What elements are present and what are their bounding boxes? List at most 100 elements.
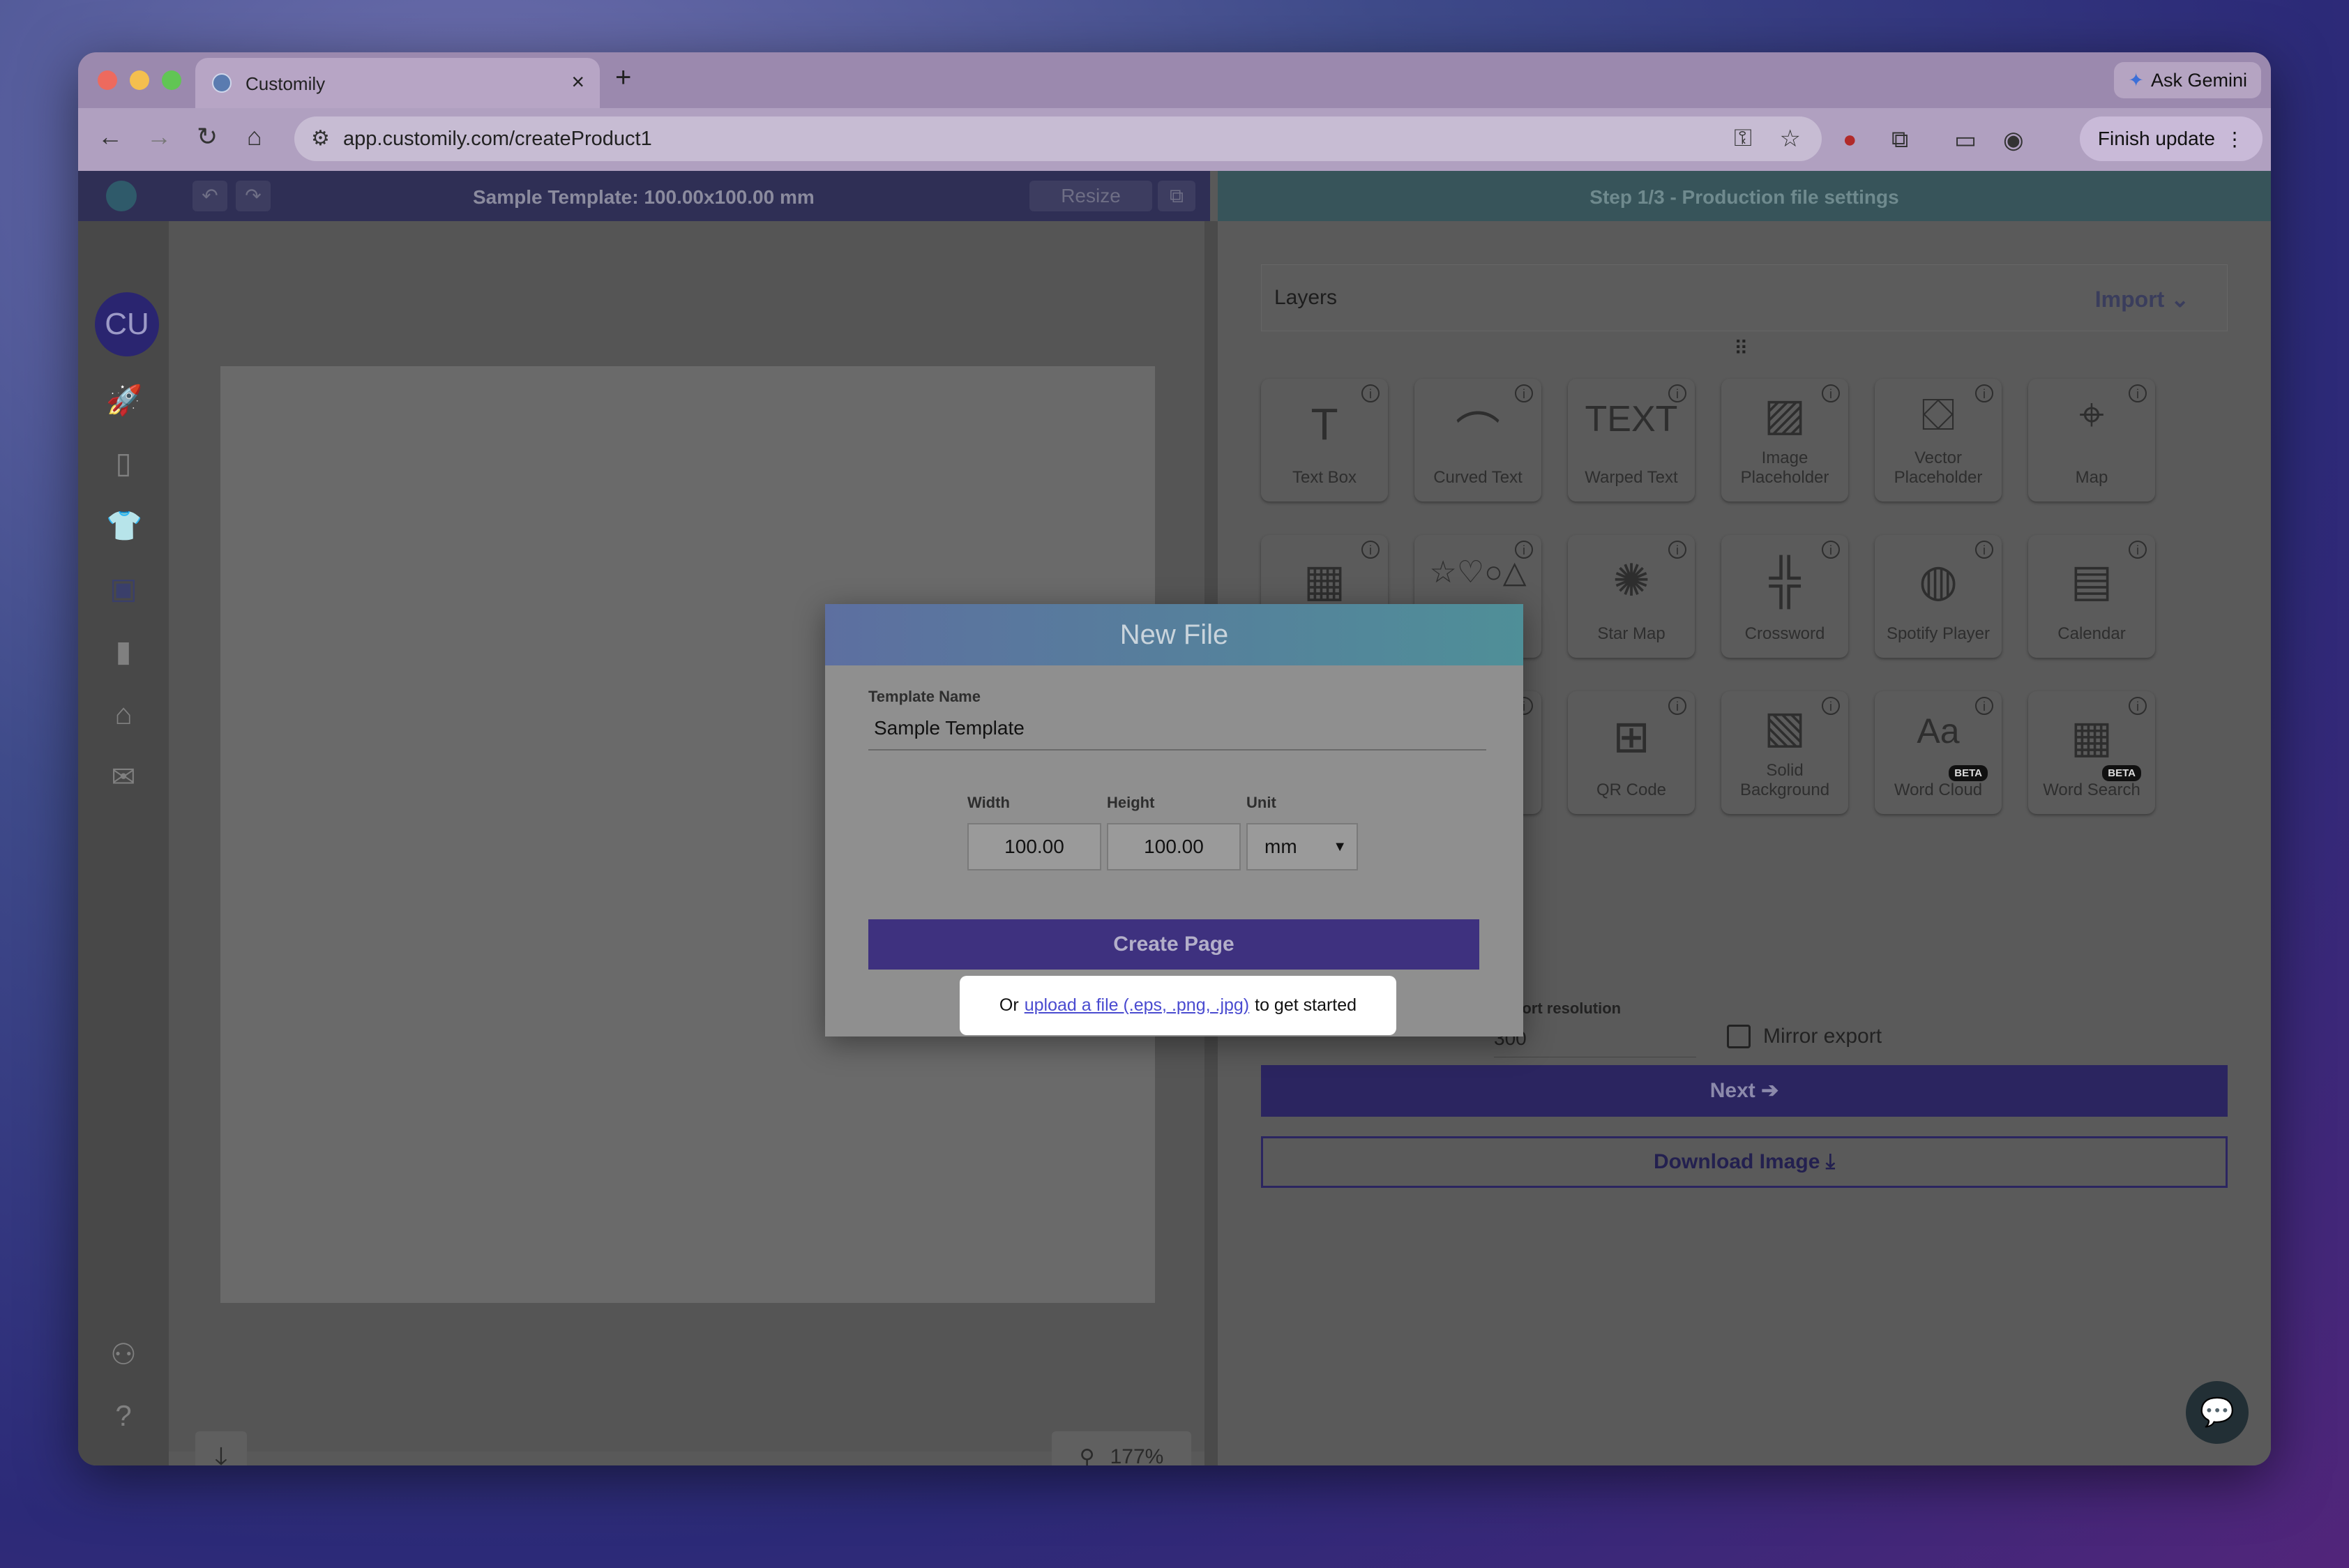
reload-icon[interactable]: ↻ — [197, 122, 218, 151]
width-input[interactable]: 100.00 — [967, 823, 1101, 870]
ask-gemini-button[interactable]: ✦ Ask Gemini — [2114, 62, 2261, 98]
tool-calendar[interactable]: i ▤ Calendar — [2028, 535, 2155, 658]
user-settings-icon[interactable]: ⚇ — [106, 1337, 141, 1372]
tool-solid-background[interactable]: i ▧ Solid Background — [1721, 691, 1848, 814]
logout-icon[interactable]: ⇥ — [106, 1460, 141, 1465]
finish-update-button[interactable]: Finish update ⋮ — [2079, 116, 2263, 161]
tool-word-cloud[interactable]: i Aa BETA Word Cloud — [1875, 691, 2002, 814]
browser-tab[interactable]: Customily × — [195, 58, 600, 108]
unit-label: Unit — [1246, 794, 1276, 811]
bookmark-star-icon[interactable]: ☆ — [1780, 125, 1801, 153]
templates-icon[interactable]: ▣ — [106, 571, 141, 606]
document-icon[interactable]: ▯ — [106, 446, 141, 481]
step-header: Step 1/3 - Production file settings — [1218, 171, 2271, 221]
step-title: Step 1/3 - Production file settings — [1589, 186, 1899, 208]
profile-avatar-icon[interactable]: ◉ — [2003, 126, 2024, 154]
tab-title: Customily — [246, 73, 326, 94]
gemini-sparkle-icon: ✦ — [2128, 69, 2144, 91]
star-map-icon: ✺ — [1612, 555, 1650, 605]
password-key-icon[interactable]: ⚿ — [1734, 125, 1752, 152]
tool-vector-placeholder[interactable]: i ⛋ Vector Placeholder — [1875, 379, 2002, 502]
tool-word-search[interactable]: i ▦ BETA Word Search — [2028, 691, 2155, 814]
back-icon[interactable]: ← — [98, 122, 123, 151]
download-icon: ⤓ — [1825, 1150, 1835, 1173]
modal-title: New File — [825, 604, 1523, 665]
download-image-button[interactable]: Download Image ⤓ — [1261, 1136, 2228, 1188]
upload-file-link[interactable]: upload a file (.eps, .png, .jpg) — [1025, 995, 1249, 1016]
book-icon[interactable]: ▮ — [106, 634, 141, 669]
extension-icon[interactable]: ● — [1843, 126, 1857, 153]
tool-warped-text[interactable]: i TEXT Warped Text — [1568, 379, 1695, 502]
tab-favicon-icon — [212, 73, 232, 93]
export-resolution-input[interactable]: 300 — [1494, 1027, 1696, 1057]
tool-star-map[interactable]: i ✺ Star Map — [1568, 535, 1695, 658]
layers-title: Layers — [1274, 286, 1338, 309]
tool-label: Calendar — [2057, 624, 2126, 643]
tool-qr-code[interactable]: i ⊞ QR Code — [1568, 691, 1695, 814]
redo-icon[interactable]: ↷ — [236, 181, 271, 211]
tool-label: Word Search — [2043, 781, 2140, 799]
chevron-down-icon: ▼ — [1333, 839, 1347, 854]
height-input[interactable]: 100.00 — [1107, 823, 1241, 870]
undo-icon[interactable]: ↶ — [192, 181, 227, 211]
extensions-puzzle-icon[interactable]: ⧉ — [1891, 126, 1908, 153]
new-tab-button[interactable]: + — [615, 62, 631, 93]
user-avatar[interactable]: CU — [95, 292, 159, 356]
help-icon[interactable]: ? — [106, 1399, 141, 1433]
next-label: Next — [1709, 1079, 1755, 1102]
word-cloud-icon: Aa — [1917, 711, 1960, 751]
tool-map[interactable]: i ⌖ Map — [2028, 379, 2155, 502]
tab-bar: Customily × + ✦ Ask Gemini — [78, 52, 2271, 108]
inbox-icon[interactable]: ✉ — [106, 760, 141, 794]
tool-text-box[interactable]: i T Text Box — [1261, 379, 1388, 502]
curved-text-icon: ⌒ — [1456, 409, 1500, 459]
tool-label: Curved Text — [1433, 468, 1523, 487]
template-name-input[interactable]: Sample Template — [868, 717, 1486, 751]
width-label: Width — [967, 794, 1010, 811]
forward-icon[interactable]: → — [146, 122, 172, 151]
url-text: app.customily.com/createProduct1 — [343, 128, 652, 150]
warped-text-icon: TEXT — [1585, 399, 1678, 439]
home-icon[interactable]: ⌂ — [247, 122, 262, 151]
arrow-right-icon: ➔ — [1761, 1079, 1779, 1102]
create-page-button[interactable]: Create Page — [868, 919, 1479, 970]
app-logo-icon[interactable] — [106, 181, 137, 211]
checkbox-icon[interactable] — [1727, 1025, 1751, 1048]
template-name-label: Template Name — [868, 688, 981, 705]
url-bar[interactable]: ⚙ app.customily.com/createProduct1 ⚿ ☆ — [294, 116, 1822, 161]
sidebar: CU 🚀 ▯ 👕 ▣ ▮ ⌂ ✉ ⚇ ? ⇥ — [78, 221, 169, 1465]
unit-select[interactable]: mm ▼ — [1246, 823, 1358, 870]
zoom-control[interactable]: ⚲ 177% — [1052, 1431, 1191, 1465]
tool-spotify-player[interactable]: i ◍ Spotify Player — [1875, 535, 2002, 658]
tool-curved-text[interactable]: i ⌒ Curved Text — [1414, 379, 1541, 502]
beta-badge: BETA — [2102, 765, 2141, 781]
next-button[interactable]: Next ➔ — [1261, 1065, 2228, 1117]
layers-header: Layers Import ⌄ — [1261, 264, 2228, 331]
tool-image-placeholder[interactable]: i ▨ Image Placeholder — [1721, 379, 1848, 502]
store-icon[interactable]: ⌂ — [106, 697, 141, 732]
text-box-icon: T — [1311, 399, 1338, 449]
import-dropdown[interactable]: Import ⌄ — [2095, 286, 2189, 312]
chat-support-icon[interactable]: 💬 — [2186, 1381, 2249, 1444]
close-window-button[interactable] — [98, 70, 117, 90]
open-external-icon[interactable]: ⧉ — [1158, 181, 1195, 211]
mirror-export-checkbox[interactable]: Mirror export — [1727, 1025, 1882, 1048]
close-tab-icon[interactable]: × — [571, 69, 584, 95]
tool-label: Word Cloud — [1894, 781, 1983, 799]
upload-file-tooltip: Or upload a file (.eps, .png, .jpg) to g… — [960, 976, 1396, 1035]
download-canvas-icon[interactable]: ⤓ — [195, 1431, 247, 1465]
download-image-label: Download Image — [1654, 1150, 1820, 1173]
shapes-icon: ☆♡○△ — [1429, 555, 1527, 589]
tab-search-icon[interactable]: ▭ — [1954, 126, 1977, 154]
site-settings-icon[interactable]: ⚙ — [311, 126, 330, 151]
rocket-icon[interactable]: 🚀 — [106, 383, 142, 418]
resize-button[interactable]: Resize — [1029, 181, 1152, 211]
height-label: Height — [1107, 794, 1155, 811]
drag-grip-icon[interactable]: ⠿ — [1734, 337, 1748, 360]
tool-crossword[interactable]: i ╬ Crossword — [1721, 535, 1848, 658]
maximize-window-button[interactable] — [162, 70, 181, 90]
zoom-search-icon: ⚲ — [1079, 1445, 1095, 1466]
tool-label: Image Placeholder — [1740, 448, 1829, 487]
tshirt-icon[interactable]: 👕 — [106, 508, 142, 543]
minimize-window-button[interactable] — [130, 70, 149, 90]
